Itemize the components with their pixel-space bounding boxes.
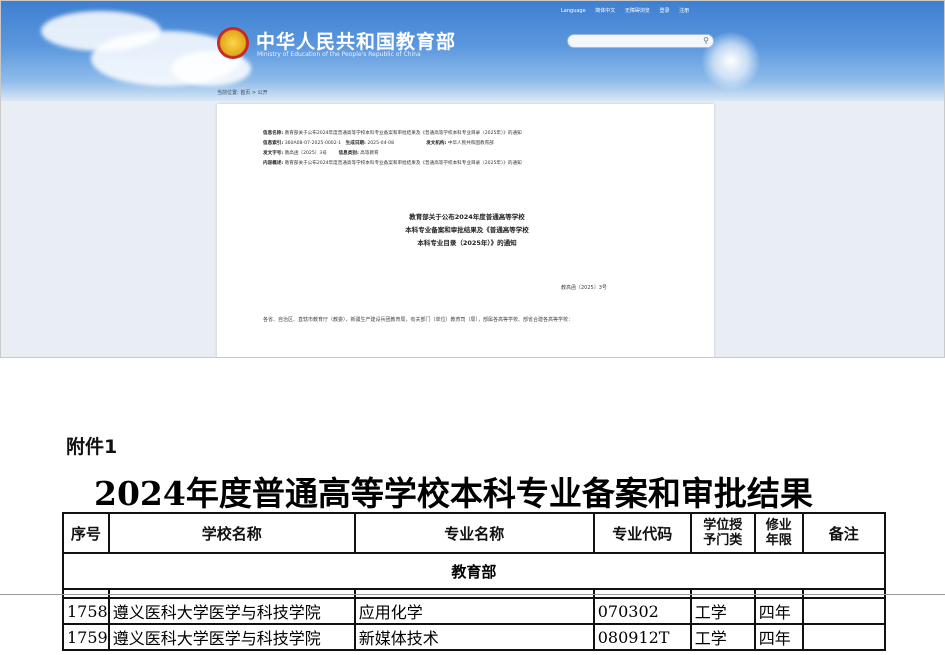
document-body: 各省、自治区、直辖市教育厅（教委），新疆生产建设兵团教育局，有关部门（单位）教育… (263, 317, 574, 323)
search-input[interactable]: ⚲ (567, 34, 714, 48)
document-meta: 信息名称: 教育部关于公布2024年度普通高等学校本科专业备案和审批结果及《普通… (263, 131, 522, 166)
national-emblem-icon (217, 27, 249, 59)
attachment-label: 附件1 (66, 436, 118, 458)
table-row: 1759 遵义医科大学医学与科技学院 新媒体技术 080912T 工学 四年 (62, 623, 886, 651)
table-row: 1758 遵义医科大学医学与科技学院 应用化学 070302 工学 四年 (62, 597, 886, 625)
top-link-accessibility[interactable]: 无障碍浏览 (625, 8, 650, 14)
breadcrumb[interactable]: 当前位置: 首页 > 公开 (217, 89, 268, 96)
top-links: Language 简体中文 无障碍浏览 登录 注册 (561, 7, 697, 14)
results-table: 序号 学校名称 专业名称 专业代码 学位授 予门类 修业 年限 备注 教育部 175… (62, 512, 886, 651)
col-header-degree: 学位授 予门类 (689, 512, 756, 554)
dandelion-decoration (701, 31, 761, 91)
top-link-login[interactable]: 登录 (660, 8, 670, 14)
top-link-register[interactable]: 注册 (679, 8, 689, 14)
col-header-school: 学校名称 (107, 512, 356, 554)
attachment-title: 2024年度普通高等学校本科专业备案和审批结果 (94, 474, 813, 513)
group-row: 教育部 (62, 552, 886, 590)
top-link-language[interactable]: Language (561, 8, 586, 14)
site-title[interactable]: 中华人民共和国教育部 (256, 27, 456, 54)
col-header-years: 修业 年限 (753, 512, 804, 554)
col-header-code: 专业代码 (592, 512, 692, 554)
top-link-chinese[interactable]: 简体中文 (595, 8, 615, 14)
col-header-no: 序号 (62, 512, 110, 554)
website-screenshot: 中华人民共和国教育部 Ministry of Education of the … (0, 0, 945, 358)
col-header-note: 备注 (801, 512, 886, 554)
site-subtitle: Ministry of Education of the People's Re… (257, 51, 421, 58)
col-header-major: 专业名称 (353, 512, 595, 554)
document-number: 教高函〔2025〕3号 (561, 285, 607, 291)
divider (0, 594, 945, 595)
notice-title: 教育部关于公布2024年度普通高等学校 本科专业备案和审批结果及《普通高等学校 … (405, 213, 529, 247)
site-banner: 中华人民共和国教育部 Ministry of Education of the … (1, 1, 944, 101)
